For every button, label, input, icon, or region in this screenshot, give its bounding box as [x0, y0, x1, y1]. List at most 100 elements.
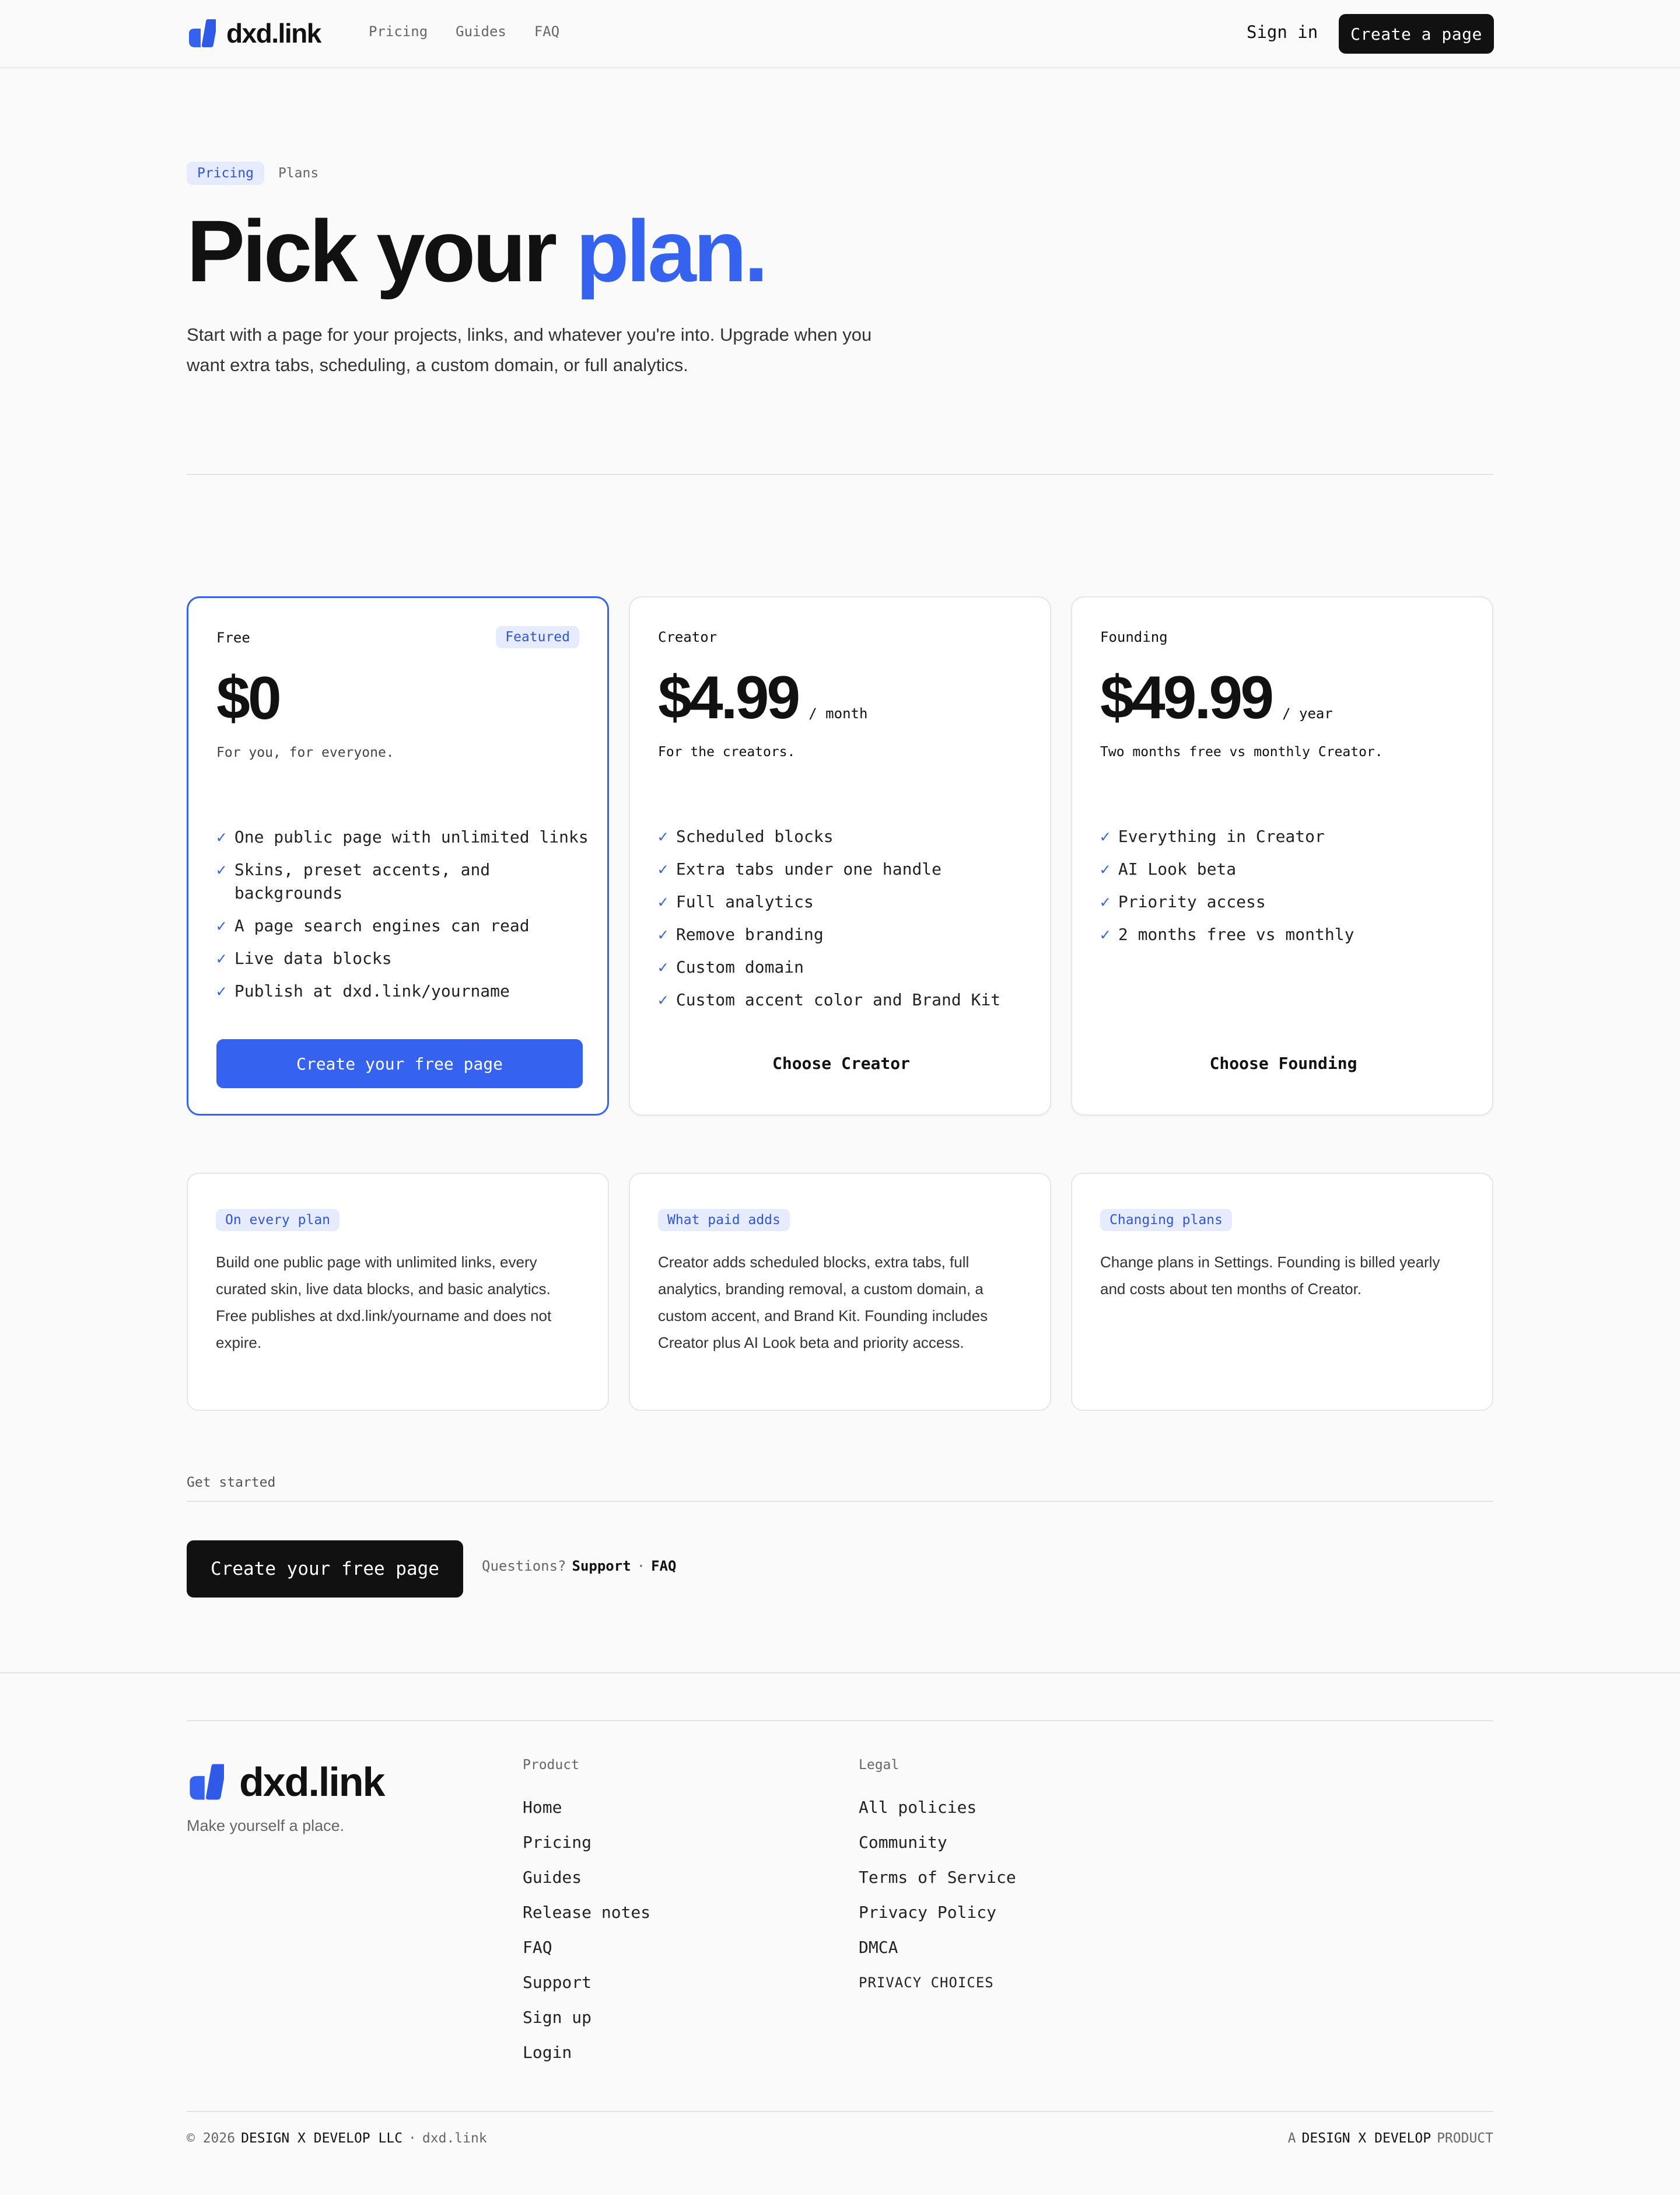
info-cards: On every plan Build one public page with…: [187, 1173, 1493, 1411]
check-icon: ✓: [216, 981, 226, 1001]
feature-item: ✓ A page search engines can read: [216, 914, 590, 938]
feature-item: ✓ Publish at dxd.link/yourname: [216, 980, 590, 1003]
footer-link-home[interactable]: Home: [523, 1790, 650, 1825]
feature-item: ✓ Skins, preset accents, and backgrounds: [216, 858, 590, 905]
plan-tagline: For the creators.: [658, 745, 796, 760]
breadcrumb-pricing[interactable]: Pricing: [187, 162, 264, 185]
price-row: $0: [216, 665, 282, 732]
footer-tagline: Make yourself a place.: [187, 1817, 345, 1834]
check-icon: ✓: [1100, 925, 1110, 944]
footer-link-sign-up[interactable]: Sign up: [523, 2000, 650, 2035]
info-card-changing-plans: Changing plans Change plans in Settings.…: [1071, 1173, 1493, 1411]
questions-label: Questions?: [482, 1558, 566, 1574]
info-card-label: Changing plans: [1100, 1209, 1232, 1231]
footer-link-release-notes[interactable]: Release notes: [523, 1895, 650, 1930]
info-card-text: Creator adds scheduled blocks, extra tab…: [658, 1253, 988, 1351]
footer-link-pricing[interactable]: Pricing: [523, 1825, 650, 1860]
footer-product-column: Product Home Pricing Guides Release note…: [523, 1757, 650, 2070]
separator: ·: [636, 1558, 646, 1574]
nav-item-guides[interactable]: Guides: [456, 23, 506, 40]
plan-name: Creator: [658, 629, 718, 645]
get-started-button[interactable]: Create your free page: [187, 1540, 463, 1598]
faq-link[interactable]: FAQ: [651, 1558, 676, 1574]
attribution-prefix: A: [1287, 2131, 1296, 2146]
footer-link-terms[interactable]: Terms of Service: [859, 1860, 1016, 1895]
footer-link-support[interactable]: Support: [523, 1965, 650, 2000]
feature-item: ✓ Scheduled blocks: [658, 825, 1031, 848]
brand-logo[interactable]: dxd.link: [187, 18, 321, 49]
product-attribution: A DESIGN X DEVELOP PRODUCT: [1288, 2131, 1493, 2146]
check-icon: ✓: [216, 827, 226, 847]
support-link[interactable]: Support: [572, 1558, 631, 1574]
nav-item-faq[interactable]: FAQ: [534, 23, 559, 40]
choose-founding-button[interactable]: Choose Founding: [1100, 1039, 1466, 1088]
footer-domain: dxd.link: [422, 2131, 487, 2146]
footer-link-faq[interactable]: FAQ: [523, 1930, 650, 1965]
company-name: DESIGN X DEVELOP LLC: [241, 2131, 403, 2146]
footer-link-privacy-choices[interactable]: PRIVACY CHOICES: [859, 1965, 1016, 2000]
footer-divider: [0, 1672, 1680, 1673]
nav-item-pricing[interactable]: Pricing: [369, 23, 428, 40]
plan-period: / month: [808, 705, 868, 722]
attribution-company[interactable]: DESIGN X DEVELOP: [1302, 2131, 1432, 2146]
questions-links: Questions? Support · FAQ: [482, 1558, 676, 1574]
footer-column-title: Legal: [859, 1757, 900, 1773]
create-free-page-button[interactable]: Create your free page: [216, 1039, 583, 1088]
check-icon: ✓: [1100, 892, 1110, 911]
check-icon: ✓: [658, 990, 668, 1009]
plan-card-founding: Founding $49.99 / year Two months free v…: [1071, 596, 1493, 1116]
footer-link-login[interactable]: Login: [523, 2035, 650, 2070]
divider: [187, 474, 1493, 475]
top-navigation-bar: dxd.link Pricing Guides FAQ Sign in Crea…: [0, 0, 1680, 68]
feature-item: ✓ One public page with unlimited links: [216, 826, 590, 849]
footer-logo[interactable]: dxd.link: [187, 1759, 385, 1805]
page-subtitle: Start with a page for your projects, lin…: [187, 324, 872, 375]
footer-link-all-policies[interactable]: All policies: [859, 1790, 1016, 1825]
plan-tagline: Two months free vs monthly Creator.: [1100, 745, 1383, 760]
feature-item: ✓ Remove branding: [658, 923, 1031, 946]
feature-item: ✓ Custom domain: [658, 956, 1031, 979]
footer-link-dmca[interactable]: DMCA: [859, 1930, 1016, 1965]
check-icon: ✓: [658, 925, 668, 944]
main-nav: Pricing Guides FAQ: [369, 23, 559, 40]
breadcrumb-plans: Plans: [278, 166, 319, 181]
info-card-paid-adds: What paid adds Creator adds scheduled bl…: [629, 1173, 1051, 1411]
check-icon: ✓: [216, 860, 226, 879]
feature-list: ✓ Everything in Creator ✓ AI Look beta ✓ Pr…: [1100, 825, 1474, 956]
plan-card-creator: Creator $4.99 / month For the creators. …: [629, 596, 1051, 1116]
footer-link-community[interactable]: Community: [859, 1825, 1016, 1860]
price-row: $4.99 / month: [658, 667, 867, 728]
plan-price: $0: [216, 665, 282, 732]
copyright: © 2026 DESIGN X DEVELOP LLC · dxd.link: [187, 2131, 487, 2146]
footer-column-title: Product: [523, 1757, 579, 1773]
featured-badge: Featured: [496, 626, 579, 648]
dxd-logo-icon: [187, 18, 218, 48]
footer-link-privacy[interactable]: Privacy Policy: [859, 1895, 1016, 1930]
price-row: $49.99 / year: [1100, 667, 1333, 728]
footer-divider: [187, 2111, 1493, 2112]
create-page-button[interactable]: Create a page: [1339, 14, 1494, 54]
plan-name: Founding: [1100, 629, 1168, 645]
plan-tagline: For you, for everyone.: [216, 745, 394, 760]
copyright-year: © 2026: [187, 2131, 236, 2146]
breadcrumb: Pricing Plans: [187, 162, 318, 185]
plan-period: / year: [1282, 705, 1333, 722]
brand-name: dxd.link: [226, 18, 321, 48]
plan-price: $4.99: [658, 664, 800, 732]
check-icon: ✓: [1100, 859, 1110, 879]
feature-item: ✓ Extra tabs under one handle: [658, 858, 1031, 881]
sign-in-link[interactable]: Sign in: [1247, 22, 1318, 42]
dxd-logo-icon: [187, 1763, 226, 1801]
feature-item: ✓ 2 months free vs monthly: [1100, 923, 1474, 946]
footer-link-guides[interactable]: Guides: [523, 1860, 650, 1895]
info-card-label: What paid adds: [658, 1209, 790, 1231]
feature-item: ✓ Custom accent color and Brand Kit: [658, 988, 1031, 1012]
plan-name: Free: [216, 630, 250, 646]
plan-card-free: Free Featured $0 For you, for everyone. …: [187, 596, 609, 1116]
check-icon: ✓: [1100, 827, 1110, 846]
plan-price: $49.99: [1100, 664, 1274, 732]
choose-creator-button[interactable]: Choose Creator: [658, 1039, 1024, 1088]
info-card-label: On every plan: [216, 1209, 340, 1231]
footer-legal-column: Legal All policies Community Terms of Se…: [859, 1757, 1016, 2000]
feature-list: ✓ One public page with unlimited links ✓ S…: [216, 826, 590, 1012]
